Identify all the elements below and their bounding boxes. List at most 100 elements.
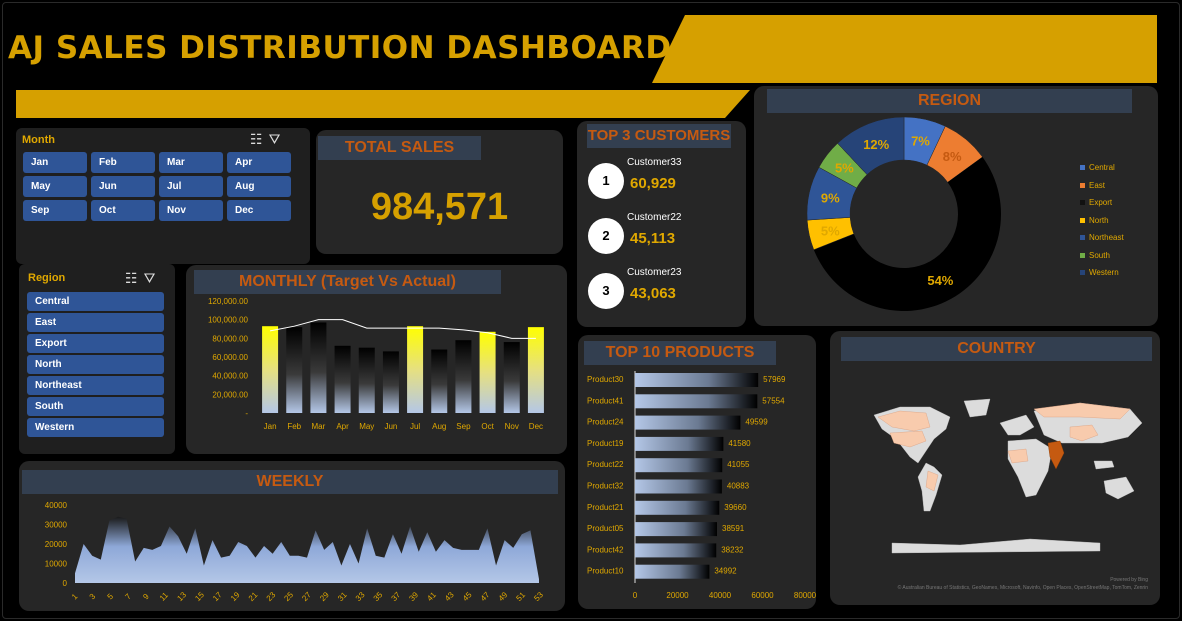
product-label: Product22 bbox=[587, 460, 624, 469]
weekly-xtick: 1 bbox=[70, 592, 80, 602]
month-slicer: Month ☷⛛ Jan Feb Mar Apr May Jun Jul Aug Sep Oct N… bbox=[16, 128, 310, 264]
month-button-jan[interactable]: Jan bbox=[23, 152, 87, 173]
product-value-label: 38591 bbox=[722, 524, 745, 533]
month-button-oct[interactable]: Oct bbox=[91, 200, 155, 221]
monthly-ytick: - bbox=[245, 409, 248, 418]
dashboard-title: AJ SALES DISTRIBUTION DASHBOARD bbox=[8, 30, 672, 66]
weekly-xtick: 17 bbox=[211, 590, 224, 603]
month-button-nov[interactable]: Nov bbox=[159, 200, 223, 221]
product-value-label: 38232 bbox=[721, 545, 744, 554]
monthly-ytick: 60,000.00 bbox=[212, 353, 248, 362]
region-button-north[interactable]: North bbox=[27, 355, 164, 374]
product-label: Product10 bbox=[587, 567, 624, 576]
legend-label: Export bbox=[1089, 198, 1113, 207]
product-bar-product41 bbox=[635, 394, 758, 409]
legend-swatch bbox=[1080, 235, 1085, 241]
weekly-xtick: 5 bbox=[106, 592, 116, 602]
weekly-xtick: 21 bbox=[247, 590, 260, 603]
month-button-jul[interactable]: Jul bbox=[159, 176, 223, 197]
region-slice-label: 5% bbox=[821, 223, 840, 238]
region-button-export[interactable]: Export bbox=[27, 334, 164, 353]
map-india[interactable] bbox=[1047, 440, 1065, 470]
region-slice-label: 9% bbox=[821, 191, 840, 206]
total-sales-card: TOTAL SALES 984,571 bbox=[316, 130, 563, 254]
product-bar-product10 bbox=[635, 564, 710, 579]
monthly-bar-jul bbox=[407, 326, 424, 413]
map-australia[interactable] bbox=[1103, 476, 1135, 500]
legend-swatch bbox=[1080, 165, 1085, 171]
legend-label: South bbox=[1089, 250, 1110, 260]
month-slicer-header: Month bbox=[22, 134, 55, 146]
monthly-chart-card: MONTHLY (Target Vs Actual) -20,000.00 40,… bbox=[186, 265, 567, 454]
map-greenland[interactable] bbox=[963, 398, 991, 418]
region-legend-item: North bbox=[1080, 216, 1109, 225]
region-legend-item: Export bbox=[1080, 198, 1112, 207]
product-label: Product05 bbox=[587, 524, 624, 533]
top-products-bar-chart: Product30 57969 Product41 57554 Product24 495… bbox=[587, 371, 816, 600]
weekly-xtick: 23 bbox=[265, 590, 278, 603]
month-button-sep[interactable]: Sep bbox=[23, 200, 87, 221]
multi-select-icon[interactable]: ☷ bbox=[125, 270, 144, 286]
month-button-mar[interactable]: Mar bbox=[159, 152, 223, 173]
region-slice-label: 7% bbox=[911, 133, 930, 148]
region-slice-label: 54% bbox=[927, 273, 953, 288]
region-legend-item: Western bbox=[1080, 268, 1119, 277]
map-indonesia[interactable] bbox=[1093, 460, 1115, 470]
monthly-bar-apr bbox=[334, 345, 351, 413]
region-slice-label: 8% bbox=[943, 149, 962, 164]
map-africa[interactable] bbox=[1007, 438, 1053, 498]
product-value-label: 41580 bbox=[728, 439, 751, 448]
region-button-northeast[interactable]: Northeast bbox=[27, 376, 164, 395]
region-slice-label: 12% bbox=[863, 137, 889, 152]
weekly-xtick: 3 bbox=[88, 592, 98, 602]
map-antarctica[interactable] bbox=[891, 538, 1101, 554]
weekly-xtick: 37 bbox=[390, 590, 403, 603]
weekly-xtick: 11 bbox=[158, 590, 171, 603]
month-button-feb[interactable]: Feb bbox=[91, 152, 155, 173]
weekly-xtick: 29 bbox=[318, 590, 331, 603]
monthly-xtick: Jun bbox=[384, 422, 397, 431]
monthly-bar-sep bbox=[455, 340, 472, 413]
region-slicer-header: Region bbox=[28, 272, 66, 284]
month-button-apr[interactable]: Apr bbox=[227, 152, 291, 173]
monthly-bar-aug bbox=[431, 349, 448, 413]
region-slice-label: 5% bbox=[835, 161, 854, 176]
product-bar-product22 bbox=[635, 458, 723, 473]
weekly-xtick: 25 bbox=[282, 590, 295, 603]
monthly-ytick: 40,000.00 bbox=[212, 372, 248, 381]
weekly-ytick: 30000 bbox=[45, 521, 68, 530]
country-map-card: COUNTRY Powered by Bing © Australian Bur… bbox=[830, 331, 1160, 605]
weekly-xtick: 41 bbox=[425, 590, 438, 603]
customer-sales-value: 45,113 bbox=[630, 230, 676, 247]
world-map[interactable] bbox=[830, 331, 1160, 605]
monthly-bar-oct bbox=[479, 331, 496, 413]
customer-name: Customer23 bbox=[627, 267, 682, 278]
product-value-label: 57969 bbox=[763, 375, 786, 384]
region-legend-item: South bbox=[1080, 251, 1110, 260]
region-button-south[interactable]: South bbox=[27, 397, 164, 416]
legend-label: East bbox=[1089, 180, 1106, 190]
region-button-east[interactable]: East bbox=[27, 313, 164, 332]
legend-swatch bbox=[1080, 217, 1085, 223]
product-value-label: 49599 bbox=[745, 418, 768, 427]
monthly-xtick: Dec bbox=[529, 422, 543, 431]
region-button-central[interactable]: Central bbox=[27, 292, 164, 311]
month-button-jun[interactable]: Jun bbox=[91, 176, 155, 197]
monthly-xtick: May bbox=[359, 422, 374, 431]
clear-filter-icon[interactable]: ⛛ bbox=[269, 131, 287, 147]
customer-rank-badge: 2 bbox=[588, 218, 624, 254]
monthly-xtick: Feb bbox=[287, 422, 301, 431]
products-xtick: 0 bbox=[633, 591, 638, 600]
month-button-may[interactable]: May bbox=[23, 176, 87, 197]
monthly-ytick: 120,000.00 bbox=[208, 297, 249, 306]
weekly-xtick: 45 bbox=[461, 590, 474, 603]
month-button-aug[interactable]: Aug bbox=[227, 176, 291, 197]
map-russia[interactable] bbox=[1033, 402, 1131, 420]
clear-filter-icon[interactable]: ⛛ bbox=[144, 270, 162, 286]
product-label: Product21 bbox=[587, 503, 624, 512]
multi-select-icon[interactable]: ☷ bbox=[250, 131, 269, 147]
map-europe[interactable] bbox=[999, 414, 1035, 436]
top-customers-label: TOP 3 CUSTOMERS bbox=[587, 124, 731, 148]
month-button-dec[interactable]: Dec bbox=[227, 200, 291, 221]
region-button-western[interactable]: Western bbox=[27, 418, 164, 437]
